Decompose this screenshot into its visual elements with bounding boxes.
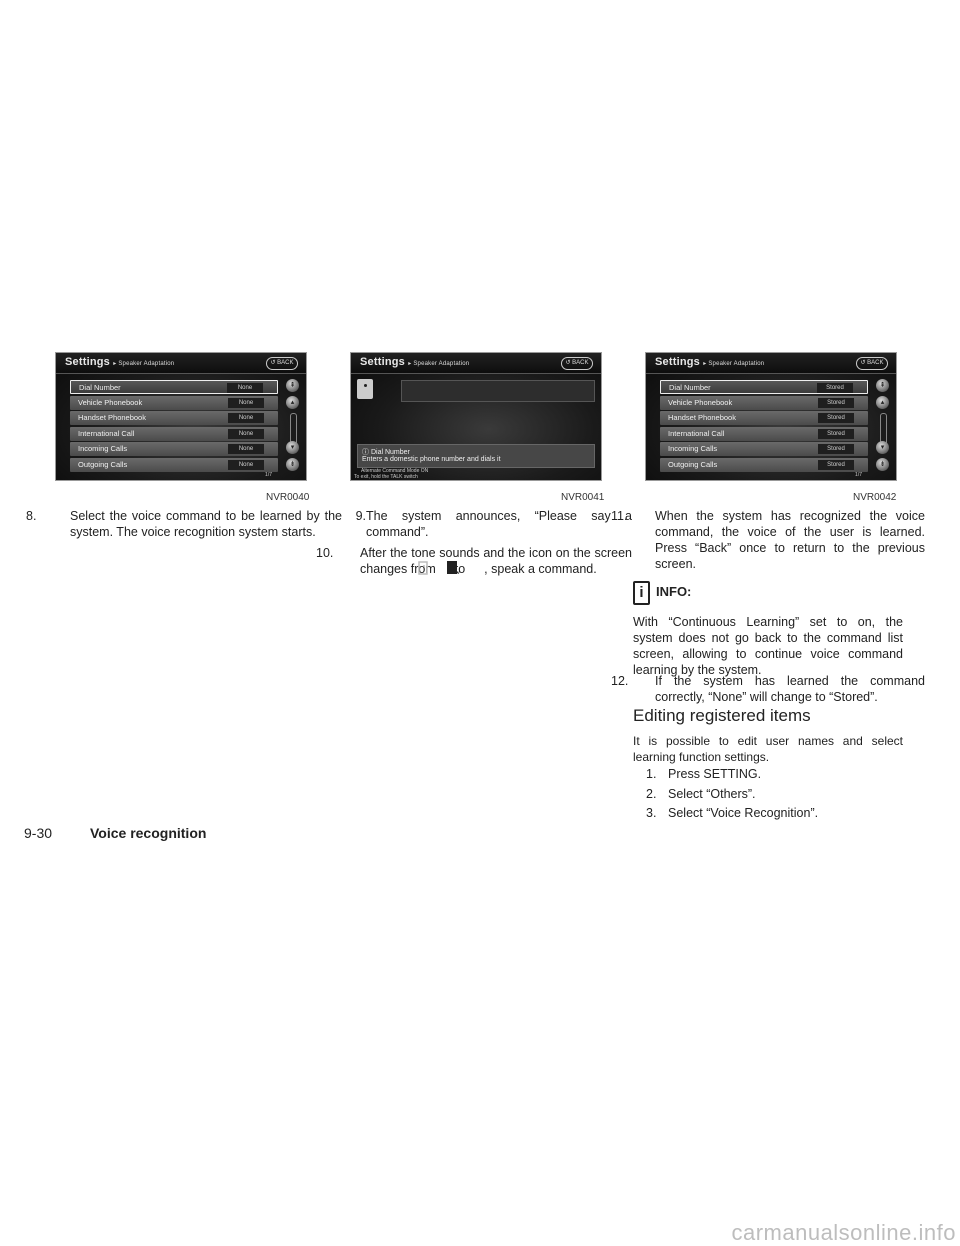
- page-number: 9-30: [24, 825, 53, 841]
- command-info-box: ⓘ Dial Number Enters a domestic phone nu…: [357, 444, 595, 468]
- list-item[interactable]: Outgoing Calls Stored: [660, 457, 868, 472]
- status-badge: None: [228, 428, 264, 439]
- voice-input-display: [401, 380, 595, 402]
- section-heading: Editing registered items: [633, 706, 811, 725]
- step-8: 8. Select the voice command to be learned…: [26, 509, 342, 539]
- list-item[interactable]: International Call None: [70, 426, 278, 441]
- screen-title: Settings ▸ Speaker Adaptation: [360, 356, 470, 368]
- page-indicator: 1/7: [855, 472, 862, 478]
- page-up-icon[interactable]: ⇞: [286, 379, 299, 392]
- status-badge: None: [227, 383, 263, 393]
- screenshot-stored-list: Settings ▸ Speaker Adaptation ↺ BACK Dia…: [645, 352, 897, 481]
- exit-hint: To exit, hold the TALK switch: [354, 474, 418, 480]
- scrollbar[interactable]: ⇞ ▴ ▾ ⇟: [876, 379, 890, 471]
- svg-text:w: w: [456, 570, 460, 575]
- section-step-2: 2. Select “Others”.: [646, 787, 756, 801]
- screen-header: Settings ▸ Speaker Adaptation ↺ BACK: [351, 353, 601, 374]
- page-up-icon[interactable]: ⇞: [876, 379, 889, 392]
- list-item[interactable]: International Call Stored: [660, 426, 868, 441]
- status-badge: None: [228, 444, 264, 455]
- screenshot-speak-command: Settings ▸ Speaker Adaptation ↺ BACK ⓘ D…: [350, 352, 602, 481]
- info-label: INFO:: [656, 584, 692, 599]
- section-step-1: 1. Press SETTING.: [646, 767, 762, 781]
- step-9: 9.The system announces, “Please say a co…: [355, 509, 632, 539]
- back-button[interactable]: ↺ BACK: [856, 357, 888, 370]
- status-badge: None: [228, 459, 264, 470]
- section-intro: It is possible to edit user names and se…: [633, 734, 903, 764]
- status-badge: None: [228, 397, 264, 408]
- voice-command-list: Dial Number None Vehicle Phonebook None Ha…: [70, 380, 278, 474]
- status-badge: Stored: [818, 428, 854, 439]
- list-item[interactable]: Incoming Calls None: [70, 442, 278, 457]
- status-badge: Stored: [817, 383, 853, 393]
- figure-id: NVR0041: [561, 492, 605, 503]
- list-item[interactable]: Handset Phonebook Stored: [660, 411, 868, 426]
- step-10: 10. After the tone sounds and the icon on…: [316, 546, 632, 576]
- screenshot-none-list: Settings ▸ Speaker Adaptation ↺ BACK Dia…: [55, 352, 307, 481]
- step-12: 12. If the system has learned the command…: [611, 674, 925, 704]
- section-step-3: 3. Select “Voice Recognition”.: [646, 806, 819, 820]
- page-down-icon[interactable]: ⇟: [286, 458, 299, 471]
- status-badge: Stored: [818, 397, 854, 408]
- step-11: 11. When the system has recognized the vo…: [611, 509, 925, 571]
- chapter-title: Voice recognition: [90, 825, 207, 841]
- back-button[interactable]: ↺ BACK: [266, 357, 298, 370]
- list-item[interactable]: Vehicle Phonebook None: [70, 395, 278, 410]
- info-text: With “Continuous Learning” set to on, th…: [633, 615, 903, 677]
- info-icon: i: [633, 581, 650, 605]
- info-icon: ⓘ: [362, 449, 369, 456]
- status-badge: Stored: [818, 444, 854, 455]
- status-badge: None: [228, 413, 264, 424]
- list-item[interactable]: Handset Phonebook None: [70, 411, 278, 426]
- voice-listening-icon: w: [447, 561, 480, 576]
- list-item[interactable]: Dial Number Stored: [660, 380, 868, 394]
- scroll-up-icon[interactable]: ▴: [286, 396, 299, 409]
- scrollbar[interactable]: ⇞ ▴ ▾ ⇟: [286, 379, 300, 471]
- page-down-icon[interactable]: ⇟: [876, 458, 889, 471]
- screen-header: Settings ▸ Speaker Adaptation ↺ BACK: [646, 353, 896, 374]
- scroll-down-icon[interactable]: ▾: [876, 441, 889, 454]
- scroll-up-icon[interactable]: ▴: [876, 396, 889, 409]
- list-item[interactable]: Outgoing Calls None: [70, 457, 278, 472]
- watermark: carmanualsonline.info: [731, 1220, 956, 1245]
- screen-header: Settings ▸ Speaker Adaptation ↺ BACK: [56, 353, 306, 374]
- scroll-down-icon[interactable]: ▾: [286, 441, 299, 454]
- voice-command-list: Dial Number Stored Vehicle Phonebook Store…: [660, 380, 868, 474]
- voice-listening-icon: [357, 379, 373, 399]
- list-item[interactable]: Dial Number None: [70, 380, 278, 394]
- screen-title: Settings ▸ Speaker Adaptation: [655, 356, 765, 368]
- figure-id: NVR0042: [853, 492, 897, 503]
- status-badge: Stored: [818, 459, 854, 470]
- screen-title: Settings ▸ Speaker Adaptation: [65, 356, 175, 368]
- list-item[interactable]: Incoming Calls Stored: [660, 442, 868, 457]
- status-badge: Stored: [818, 413, 854, 424]
- back-button[interactable]: ↺ BACK: [561, 357, 593, 370]
- figure-id: NVR0040: [266, 492, 310, 503]
- list-item[interactable]: Vehicle Phonebook Stored: [660, 395, 868, 410]
- page-indicator: 1/7: [265, 472, 272, 478]
